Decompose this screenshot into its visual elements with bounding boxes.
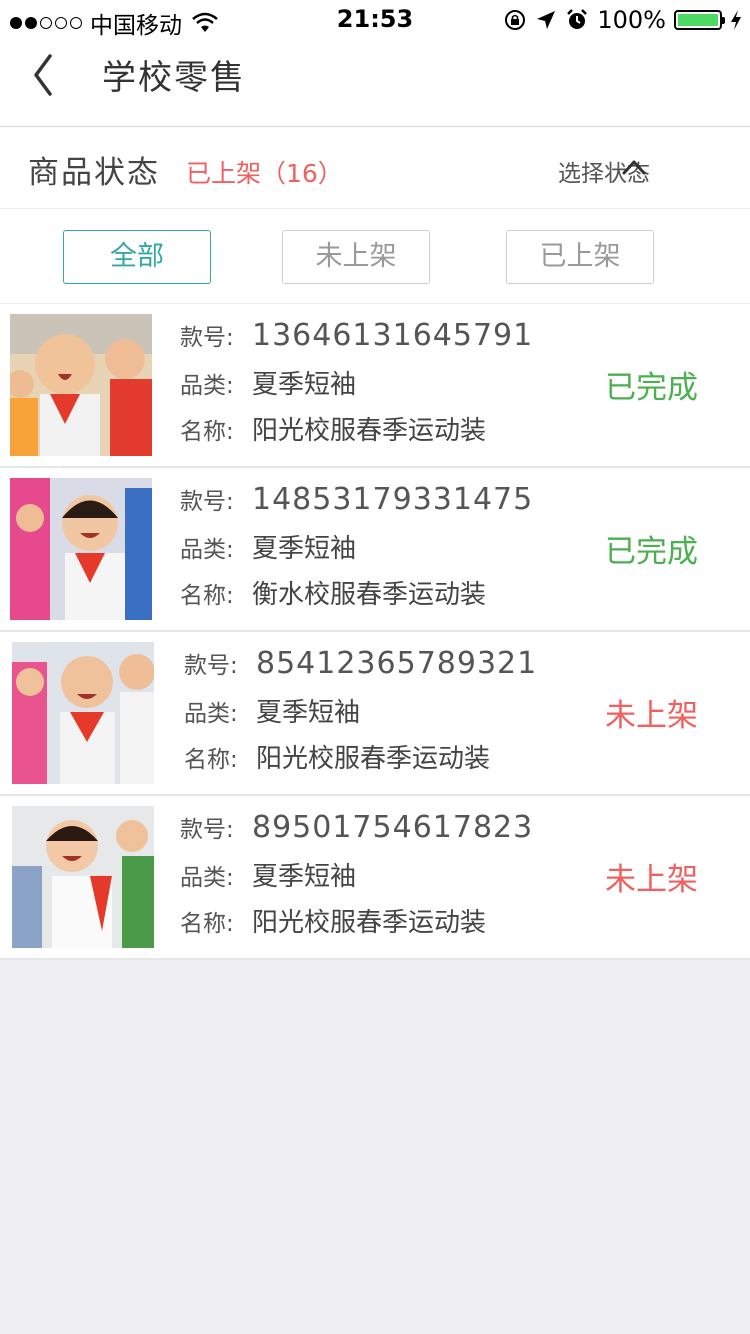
category-label: 品类: (184, 701, 238, 727)
chevron-up-icon[interactable] (622, 159, 646, 175)
location-arrow-icon (537, 11, 556, 29)
product-status: 未上架 (605, 862, 698, 898)
product-info: 款号: 89501754617823 品类: 夏季短袖 名称: 阳光校服春季运动装 (180, 810, 533, 948)
tab-listed[interactable]: 已上架 (506, 230, 654, 284)
product-info: 款号: 13646131645791 品类: 夏季短袖 名称: 阳光校服春季运动装 (180, 318, 533, 456)
product-info: 款号: 14853179331475 品类: 夏季短袖 名称: 衡水校服春季运动装 (180, 482, 533, 620)
category-label: 品类: (180, 373, 234, 399)
product-category: 夏季短袖 (252, 862, 357, 892)
name-label: 名称: (180, 583, 234, 609)
product-item[interactable]: 款号: 13646131645791 品类: 夏季短袖 名称: 阳光校服春季运动装 已… (0, 304, 750, 468)
orientation-lock-icon (505, 10, 526, 30)
current-status: 已上架（16） (186, 159, 343, 188)
product-category: 夏季短袖 (256, 698, 361, 728)
status-right: 100% (503, 6, 742, 34)
alarm-icon (567, 9, 588, 29)
battery-icon (674, 10, 725, 30)
product-item[interactable]: 款号: 89501754617823 品类: 夏季短袖 名称: 阳光校服春季运动装 未… (0, 796, 750, 960)
product-item[interactable]: 款号: 14853179331475 品类: 夏季短袖 名称: 衡水校服春季运动装 已… (0, 468, 750, 632)
product-name: 衡水校服春季运动装 (252, 580, 487, 610)
product-thumbnail (12, 806, 154, 948)
status-tabs: 全部 未上架 已上架 (0, 209, 750, 304)
category-label: 品类: (180, 865, 234, 891)
code-label: 款号: (180, 325, 234, 351)
product-status: 已完成 (605, 370, 698, 406)
status-bar: 中国移动 21:53 100% (0, 0, 750, 40)
product-list: 款号: 13646131645791 品类: 夏季短袖 名称: 阳光校服春季运动装 已… (0, 304, 750, 960)
product-code: 89501754617823 (252, 810, 534, 845)
charging-icon (731, 10, 741, 30)
code-label: 款号: (180, 489, 234, 515)
filter-label: 商品状态 (28, 155, 160, 191)
page-title: 学校零售 (102, 58, 246, 98)
category-label: 品类: (180, 537, 234, 563)
tab-not-listed[interactable]: 未上架 (282, 230, 430, 284)
product-name: 阳光校服春季运动装 (252, 416, 487, 446)
product-thumbnail (10, 478, 152, 620)
product-thumbnail (10, 314, 152, 456)
product-item[interactable]: 款号: 85412365789321 品类: 夏季短袖 名称: 阳光校服春季运动装 未… (0, 632, 750, 796)
name-label: 名称: (180, 911, 234, 937)
code-label: 款号: (180, 817, 234, 843)
name-label: 名称: (180, 419, 234, 445)
name-label: 名称: (184, 747, 238, 773)
product-code: 13646131645791 (252, 318, 534, 353)
status-filter-bar: 商品状态 已上架（16） 选择状态 (0, 127, 750, 209)
battery-percent: 100% (597, 6, 666, 34)
product-status: 已完成 (605, 534, 698, 570)
back-icon[interactable] (22, 50, 66, 100)
product-code: 85412365789321 (256, 646, 538, 681)
product-code: 14853179331475 (252, 482, 534, 517)
product-category: 夏季短袖 (252, 534, 357, 564)
product-thumbnail (12, 642, 154, 784)
product-name: 阳光校服春季运动装 (252, 908, 487, 938)
code-label: 款号: (184, 653, 238, 679)
product-category: 夏季短袖 (252, 370, 357, 400)
product-name: 阳光校服春季运动装 (256, 744, 491, 774)
tab-all[interactable]: 全部 (63, 230, 211, 284)
product-status: 未上架 (605, 698, 698, 734)
nav-bar: 学校零售 (0, 40, 750, 127)
product-info: 款号: 85412365789321 品类: 夏季短袖 名称: 阳光校服春季运动装 (184, 646, 537, 784)
